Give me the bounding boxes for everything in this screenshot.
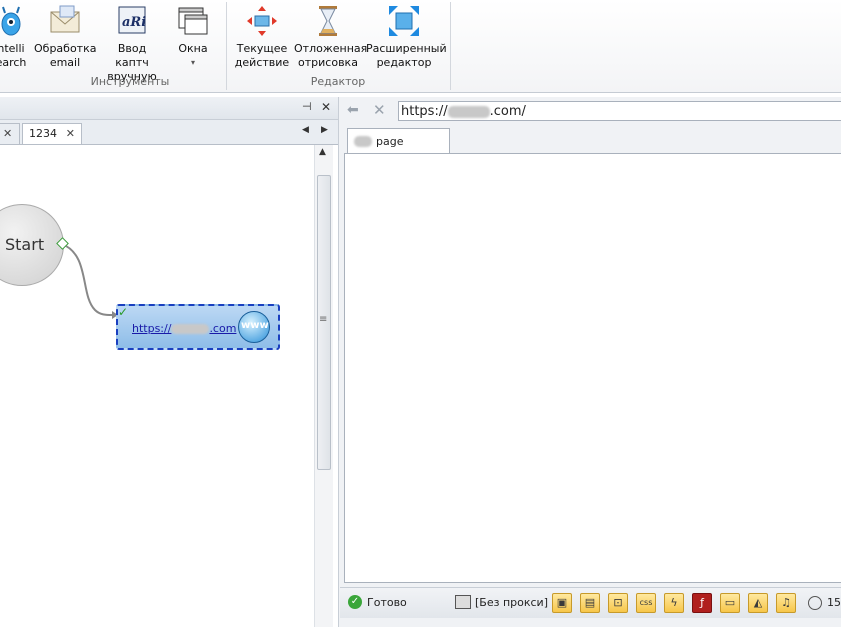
url-prefix: https:// xyxy=(401,104,448,119)
music-icon[interactable]: ♫ xyxy=(776,593,796,613)
group-divider xyxy=(450,2,451,90)
canvas-scrollbar[interactable]: ▲ ≡ xyxy=(314,145,333,627)
css-icon[interactable]: css xyxy=(636,593,656,613)
frames-icon[interactable]: ⊡ xyxy=(608,593,628,613)
current-action-icon xyxy=(245,4,279,38)
check-icon: ✓ xyxy=(118,305,129,319)
tab-label: 1234 xyxy=(29,127,57,140)
email-processing-button[interactable]: Обработка email xyxy=(34,4,96,70)
redacted-domain xyxy=(447,105,490,118)
close-tab-icon[interactable]: ✕ xyxy=(3,127,12,140)
svg-text:aRi: aRi xyxy=(122,15,146,30)
editor-group-label: Редактор xyxy=(310,75,366,88)
proxy-status[interactable]: [Без прокси] xyxy=(475,596,548,609)
group-divider xyxy=(226,2,227,90)
intellisearch-label-1: ntelli xyxy=(0,42,25,55)
deferred-label-2: отрисовка xyxy=(298,56,358,69)
status-text: Готово xyxy=(367,596,407,609)
url-node-suffix: .com xyxy=(209,322,237,335)
windows-label: Окна xyxy=(178,42,208,55)
globe-www-icon: www xyxy=(238,311,270,343)
url-node-link[interactable]: https:// .com xyxy=(132,322,236,335)
browser-tab-page[interactable]: page xyxy=(347,128,450,154)
tab-1234[interactable]: 1234 ✕ xyxy=(22,123,82,144)
favicon-icon xyxy=(354,136,372,147)
address-bar[interactable]: https:// .com/ xyxy=(398,101,841,121)
captcha-label-1: Ввод каптч xyxy=(115,42,149,69)
tools-group-label: Инструменты xyxy=(90,75,170,88)
advanced-editor-button[interactable]: Расширенный редактор xyxy=(366,4,447,70)
email-label-2: email xyxy=(49,56,81,69)
back-icon[interactable]: ⬅ xyxy=(347,102,359,118)
status-bar: ✓ Готово [Без прокси] ▣ ▤ ⊡ css ϟ ƒ ▭ ◭ … xyxy=(340,587,841,618)
browser-tab-label: page xyxy=(376,135,404,148)
advanced-editor-label-2: редактор xyxy=(376,56,432,69)
current-action-label-2: действие xyxy=(234,56,290,69)
lightning-icon[interactable]: ϟ xyxy=(664,593,684,613)
url-node-prefix: https:// xyxy=(132,322,172,335)
captcha-icon: aRi xyxy=(115,4,149,38)
close-tab-icon[interactable]: ✕ xyxy=(66,124,75,144)
current-action-label-1: Текущее xyxy=(236,42,288,55)
tabs-next-icon[interactable]: ▶ xyxy=(321,125,328,135)
clock-icon xyxy=(808,596,822,610)
flag-icon[interactable]: ◭ xyxy=(748,593,768,613)
advanced-editor-label-1: Расширенный xyxy=(366,42,447,55)
intellisearch-icon xyxy=(0,4,28,38)
manual-captcha-button[interactable]: aRi Ввод каптч вручную xyxy=(100,4,164,84)
url-suffix: .com/ xyxy=(489,104,526,119)
tabs-prev-icon[interactable]: ◀ xyxy=(302,125,309,135)
image-icon[interactable]: ▣ xyxy=(552,593,572,613)
start-node-label: Start xyxy=(5,235,45,254)
deferred-label-1: Отложенная xyxy=(294,42,368,55)
flow-canvas[interactable]: Start https:// .com www ✓ xyxy=(0,145,314,627)
deferred-rendering-button[interactable]: Отложенная отрисовка xyxy=(294,4,368,70)
pin-icon[interactable]: ⊣ xyxy=(302,100,312,113)
scroll-grip-icon: ≡ xyxy=(319,314,328,325)
email-envelope-icon xyxy=(48,4,82,38)
browser-viewport[interactable] xyxy=(344,153,841,583)
email-label-1: Обработка xyxy=(34,42,97,55)
project-tabs: ✕ 1234 ✕ ◀ ▶ xyxy=(0,120,338,145)
redacted-domain xyxy=(171,324,210,334)
intellisearch-button[interactable]: ntelli earch xyxy=(0,4,32,70)
timer-value: 15 xyxy=(827,596,841,609)
flash-icon[interactable]: ƒ xyxy=(692,593,712,613)
ribbon-toolbar: ntelli earch Обработка email aRi Ввод ка… xyxy=(0,0,841,93)
panel-header: ⊣ ✕ xyxy=(0,97,338,120)
window-icon[interactable]: ▤ xyxy=(580,593,600,613)
media-player-icon[interactable]: ▭ xyxy=(720,593,740,613)
hourglass-icon xyxy=(311,4,345,38)
chevron-down-icon: ▾ xyxy=(190,58,195,67)
tab-hidden[interactable]: ✕ xyxy=(0,123,20,144)
current-action-button[interactable]: Текущее действие xyxy=(234,4,290,70)
expand-arrows-icon xyxy=(387,4,421,38)
intellisearch-label-2: earch xyxy=(0,56,27,69)
windows-button[interactable]: Окна ▾ xyxy=(170,4,216,70)
www-badge: www xyxy=(241,320,269,331)
scroll-up-icon[interactable]: ▲ xyxy=(319,147,326,157)
close-panel-icon[interactable]: ✕ xyxy=(321,100,331,114)
stop-icon[interactable]: ✕ xyxy=(373,101,386,119)
proxy-icon xyxy=(455,595,471,609)
windows-icon xyxy=(176,4,210,38)
scroll-thumb[interactable]: ≡ xyxy=(317,175,331,470)
url-action-node[interactable]: https:// .com www xyxy=(116,304,280,350)
status-ok-icon: ✓ xyxy=(348,595,362,609)
